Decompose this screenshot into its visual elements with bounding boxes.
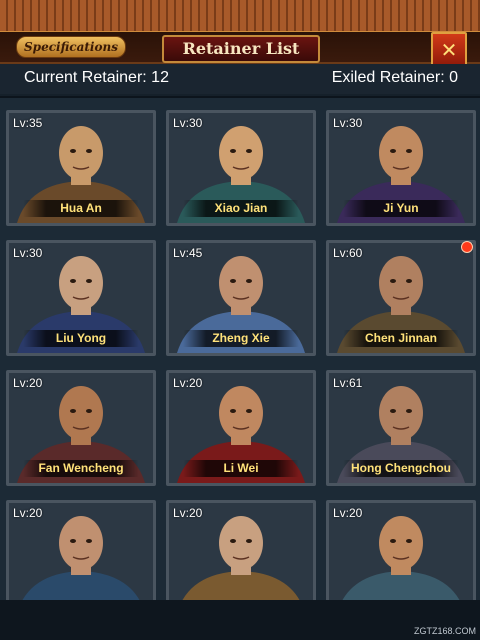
retainer-level: Lv:30 (173, 116, 203, 130)
retainer-level: Lv:30 (13, 246, 43, 260)
retainer-card[interactable]: Lv:20 Fan Wencheng (6, 370, 156, 486)
specifications-button[interactable]: Specifications (16, 36, 126, 58)
retainer-counts: Current Retainer: 12 Exiled Retainer: 0 (0, 64, 480, 94)
retainer-name: Li Wei (183, 460, 299, 477)
retainer-card[interactable]: Lv:20 (326, 500, 476, 616)
retainer-name: Zheng Xie (183, 330, 299, 347)
current-retainer-count: Current Retainer: 12 (24, 69, 169, 86)
retainer-level: Lv:61 (333, 376, 363, 390)
retainer-level: Lv:20 (173, 376, 203, 390)
page-title: Retainer List (162, 35, 320, 63)
retainer-name: Chen Jinnan (343, 330, 459, 347)
retainer-card[interactable]: Lv:45 Zheng Xie (166, 240, 316, 356)
retainer-card[interactable]: Lv:61 Hong Chengchou (326, 370, 476, 486)
retainer-name: Liu Yong (23, 330, 139, 347)
retainer-card[interactable]: Lv:35 Hua An (6, 110, 156, 226)
retainer-level: Lv:35 (13, 116, 43, 130)
retainer-card[interactable]: Lv:20 Li Wei (166, 370, 316, 486)
retainer-card[interactable]: Lv:30 Xiao Jian (166, 110, 316, 226)
exiled-retainer-count: Exiled Retainer: 0 (331, 69, 458, 86)
notification-dot (461, 241, 473, 253)
roof-decoration (0, 0, 480, 35)
retainer-card[interactable]: Lv:20 (166, 500, 316, 616)
watermark: ZGTZ168.COM (413, 626, 476, 636)
retainer-card[interactable]: Lv:20 (6, 500, 156, 616)
retainer-level: Lv:20 (13, 376, 43, 390)
retainer-name: Xiao Jian (183, 200, 299, 217)
footer-bar: ZGTZ168.COM (0, 600, 480, 640)
retainer-level: Lv:60 (333, 246, 363, 260)
retainer-name: Hong Chengchou (343, 460, 459, 477)
retainer-level: Lv:45 (173, 246, 203, 260)
retainer-name: Hua An (23, 200, 139, 217)
retainer-level: Lv:20 (13, 506, 43, 520)
retainer-card[interactable]: Lv:60 Chen Jinnan (326, 240, 476, 356)
retainer-level: Lv:20 (333, 506, 363, 520)
retainer-card[interactable]: Lv:30 Liu Yong (6, 240, 156, 356)
retainer-card[interactable]: Lv:30 Ji Yun (326, 110, 476, 226)
retainer-level: Lv:30 (333, 116, 363, 130)
retainer-name: Fan Wencheng (23, 460, 139, 477)
retainer-level: Lv:20 (173, 506, 203, 520)
retainer-name: Ji Yun (343, 200, 459, 217)
close-icon: ✕ (440, 38, 458, 62)
